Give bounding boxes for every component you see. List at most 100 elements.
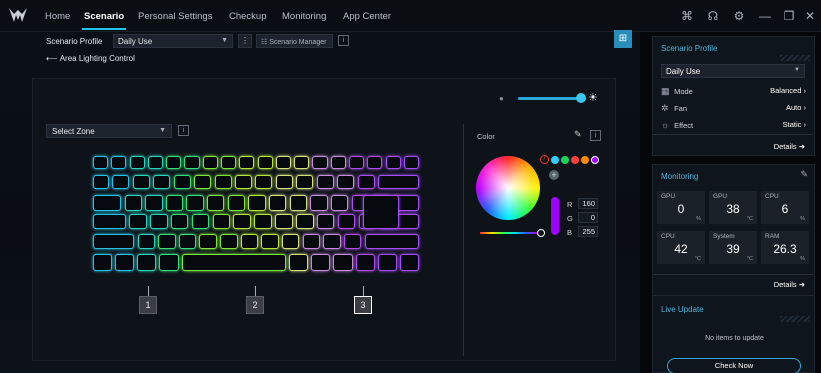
b-value-input[interactable]: 255: [578, 226, 598, 237]
keyboard-key: [93, 254, 113, 271]
no-color-icon[interactable]: /: [540, 155, 549, 164]
keyboard-key: [257, 156, 273, 169]
active-tab-indicator: [82, 28, 126, 30]
zone-1-button[interactable]: 1: [139, 296, 157, 314]
keyboard-key: [275, 175, 293, 189]
card-title: Scenario Profile: [661, 44, 718, 53]
b-label: B: [567, 228, 573, 237]
keyboard-key: [137, 254, 157, 271]
tab-personal-settings[interactable]: Personal Settings: [138, 11, 212, 22]
gamepad-icon[interactable]: ⌘: [679, 8, 695, 24]
color-swatch[interactable]: [571, 156, 579, 164]
close-icon[interactable]: ✕: [802, 8, 818, 24]
fan-row[interactable]: ✲ Fan Auto ›: [661, 103, 806, 115]
brightness-slider-handle[interactable]: [576, 93, 586, 103]
tab-monitoring[interactable]: Monitoring: [282, 11, 326, 22]
effect-row[interactable]: ☼ Effect Static ›: [661, 120, 806, 132]
keyboard-key: [323, 234, 341, 249]
g-value-input[interactable]: 0: [578, 212, 598, 223]
zone-2-button[interactable]: 2: [246, 296, 264, 314]
keyboard-key: [333, 254, 353, 271]
keyboard-key: [364, 234, 419, 249]
sidebar-toggle-button[interactable]: ⊞: [614, 30, 632, 48]
keyboard-key: [207, 195, 225, 211]
info-icon[interactable]: i: [590, 130, 601, 141]
keyboard-key: [93, 195, 122, 211]
keyboard-key: [129, 156, 145, 169]
minimize-icon[interactable]: —: [757, 8, 773, 24]
keyboard-key: [147, 156, 163, 169]
keyboard-key: [330, 195, 349, 211]
zone-select-placeholder: Select Zone: [52, 127, 95, 136]
monitor-ram-usage: RAM 26.3%: [761, 231, 809, 264]
scenario-manager-button[interactable]: ☷ Scenario Manager: [256, 34, 333, 48]
zone-select-dropdown[interactable]: Select Zone ▼: [46, 124, 172, 138]
brightness-low-icon: ●: [499, 94, 504, 103]
check-now-button[interactable]: Check Now: [667, 358, 801, 373]
profile-details-link[interactable]: Details ➜: [774, 142, 805, 151]
keyboard-key: [214, 175, 232, 189]
r-value-input[interactable]: 160: [578, 198, 598, 209]
brightness-color-bar[interactable]: [551, 197, 559, 235]
keyboard-key: [173, 175, 191, 189]
restore-icon[interactable]: ❐: [781, 8, 797, 24]
back-link[interactable]: ⟵ Area Lighting Control: [46, 54, 135, 63]
keyboard-key: [153, 175, 171, 189]
effect-icon: ☼: [661, 120, 670, 130]
color-swatch[interactable]: [581, 156, 589, 164]
scenario-profile-value: Daily Use: [118, 37, 153, 46]
wrench-icon[interactable]: ✎: [800, 169, 808, 180]
monitor-gpu-temp: GPU 38 °C: [709, 191, 757, 224]
keyboard-key: [220, 234, 238, 249]
color-label: Color: [477, 132, 495, 141]
keyboard-key: [111, 156, 127, 169]
monitoring-details-link[interactable]: Details ➜: [774, 280, 805, 289]
more-options-button[interactable]: ⋮: [238, 34, 252, 48]
info-icon[interactable]: i: [178, 125, 189, 136]
zone-2-line: [255, 286, 256, 296]
fan-value: Auto: [785, 103, 802, 112]
keyboard-key: [227, 195, 246, 211]
color-wheel[interactable]: [476, 156, 540, 220]
color-swatch[interactable]: [561, 156, 569, 164]
scenario-profile-dropdown[interactable]: Daily Use ▼: [113, 34, 233, 48]
keyboard-key: [367, 156, 383, 169]
color-swatch[interactable]: [551, 156, 559, 164]
mode-row[interactable]: ▦ Mode Balanced ›: [661, 86, 806, 98]
monitor-system-temp: System 39 °C: [709, 231, 757, 264]
keyboard-key: [184, 156, 200, 169]
monitor-cpu-temp: CPU 42 °C: [657, 231, 705, 264]
keyboard-key: [302, 234, 321, 249]
keyboard-key: [202, 156, 218, 169]
tab-scenario[interactable]: Scenario: [84, 11, 124, 22]
add-color-button[interactable]: +: [549, 170, 559, 180]
eyedropper-icon[interactable]: ✎: [574, 129, 582, 140]
keyboard-key: [275, 214, 293, 229]
keyboard-key: [254, 214, 272, 229]
keyboard-key: [355, 254, 375, 271]
headset-icon[interactable]: ☊: [705, 8, 721, 24]
info-icon[interactable]: i: [338, 35, 349, 46]
tab-home[interactable]: Home: [45, 11, 70, 22]
keyboard-key: [170, 214, 189, 229]
tab-app-center[interactable]: App Center: [343, 11, 391, 22]
keyboard-key: [261, 234, 279, 249]
sidebar-profile-dropdown[interactable]: Daily Use ▼: [661, 64, 805, 78]
keyboard-key: [248, 195, 266, 211]
zone-3-button[interactable]: 3: [354, 296, 372, 314]
panel-divider: [463, 124, 464, 356]
color-swatch-selected[interactable]: [591, 156, 599, 164]
keyboard-key: [186, 195, 204, 211]
hue-slider-track[interactable]: [480, 232, 538, 234]
brightness-high-icon: ☀: [588, 92, 598, 104]
keyboard-key: [377, 254, 397, 271]
settings-icon[interactable]: ⚙: [731, 8, 747, 24]
live-update-card: Live Update No items to update Check Now: [652, 295, 815, 373]
fan-icon: ✲: [661, 103, 669, 113]
chevron-down-icon: ▼: [221, 37, 228, 44]
brightness-slider-track[interactable]: [518, 97, 580, 100]
keyboard-key: [93, 234, 135, 249]
hue-slider-handle[interactable]: [537, 229, 545, 237]
tab-checkup[interactable]: Checkup: [229, 11, 267, 22]
effect-value: Static: [782, 120, 802, 129]
